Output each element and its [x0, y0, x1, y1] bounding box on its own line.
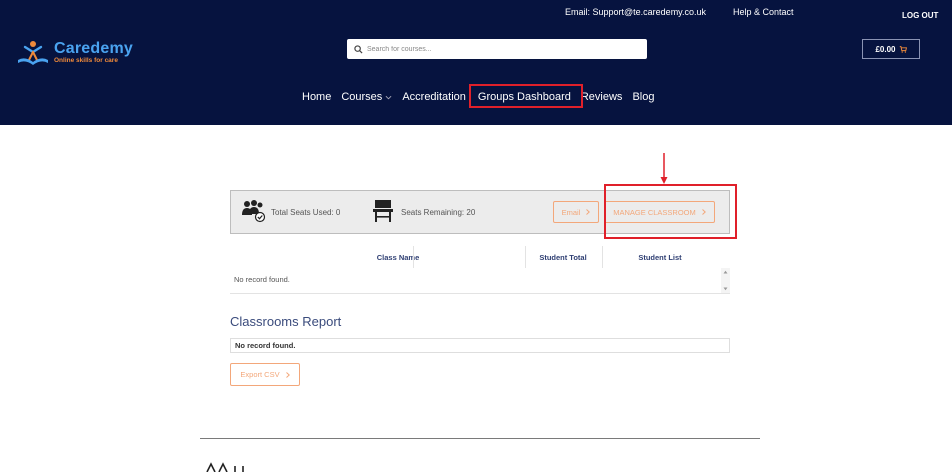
- scroll-up-icon[interactable]: [723, 270, 728, 274]
- logout-link[interactable]: LOG OUT: [902, 11, 938, 20]
- help-contact-link[interactable]: Help & Contact: [733, 7, 794, 17]
- seats-remaining-text: Seats Remaining: 20: [401, 208, 476, 217]
- cart-amount: £0.00: [875, 44, 896, 54]
- classes-table-body: No record found.: [230, 268, 730, 294]
- nav-blog[interactable]: Blog: [632, 91, 654, 103]
- column-student-total[interactable]: Student Total: [530, 246, 596, 268]
- report-empty-text: No record found.: [235, 341, 296, 350]
- report-empty-row: No record found.: [230, 338, 730, 353]
- red-arrow-annotation: [660, 153, 668, 184]
- nav-courses[interactable]: Courses: [341, 91, 392, 103]
- column-class-name[interactable]: Class Name: [370, 246, 426, 268]
- logo-tagline: Online skills for care: [54, 57, 118, 65]
- chevron-right-icon: [285, 371, 290, 378]
- caredemy-logo[interactable]: Caredemy Online skills for care: [16, 40, 133, 66]
- column-divider: [525, 246, 526, 268]
- nav-courses-label: Courses: [341, 91, 383, 103]
- cart-icon: [899, 46, 907, 53]
- classes-empty-text: No record found.: [234, 275, 290, 284]
- column-student-list[interactable]: Student List: [620, 246, 700, 268]
- nav-home[interactable]: Home: [302, 91, 331, 103]
- export-csv-button[interactable]: Export CSV: [230, 363, 300, 386]
- table-scrollbar[interactable]: [721, 268, 730, 293]
- logo-name: Caredemy: [54, 40, 133, 58]
- classes-table-header: Class Name Student Total Student List: [230, 246, 730, 268]
- email-button[interactable]: Email: [553, 201, 599, 223]
- nav-accreditation[interactable]: Accreditation: [402, 91, 466, 103]
- chevron-down-icon: [385, 95, 392, 99]
- footer-logo-partial: [206, 462, 244, 472]
- seats-used-text: Total Seats Used: 0: [271, 208, 341, 217]
- chevron-right-icon: [586, 209, 591, 215]
- manage-classroom-highlight: [604, 184, 737, 239]
- column-divider: [413, 246, 414, 268]
- column-divider: [602, 246, 603, 268]
- groups-dashboard-highlight: [469, 84, 583, 108]
- group-users-icon: [242, 200, 266, 223]
- export-csv-label: Export CSV: [240, 370, 280, 379]
- nav-reviews[interactable]: Reviews: [581, 91, 623, 103]
- cart-button[interactable]: £0.00: [862, 39, 920, 59]
- support-email-link[interactable]: Email: Support@te.caredemy.co.uk: [565, 7, 706, 17]
- classrooms-report-title: Classrooms Report: [230, 314, 342, 329]
- scroll-down-icon[interactable]: [723, 287, 728, 291]
- footer-divider: [200, 438, 760, 439]
- search-input[interactable]: [367, 45, 627, 53]
- email-button-label: Email: [561, 207, 581, 217]
- desk-chair-icon: [373, 200, 393, 222]
- search-bar[interactable]: [347, 39, 647, 59]
- logo-book-person-icon: [18, 41, 48, 65]
- search-icon: [354, 44, 363, 54]
